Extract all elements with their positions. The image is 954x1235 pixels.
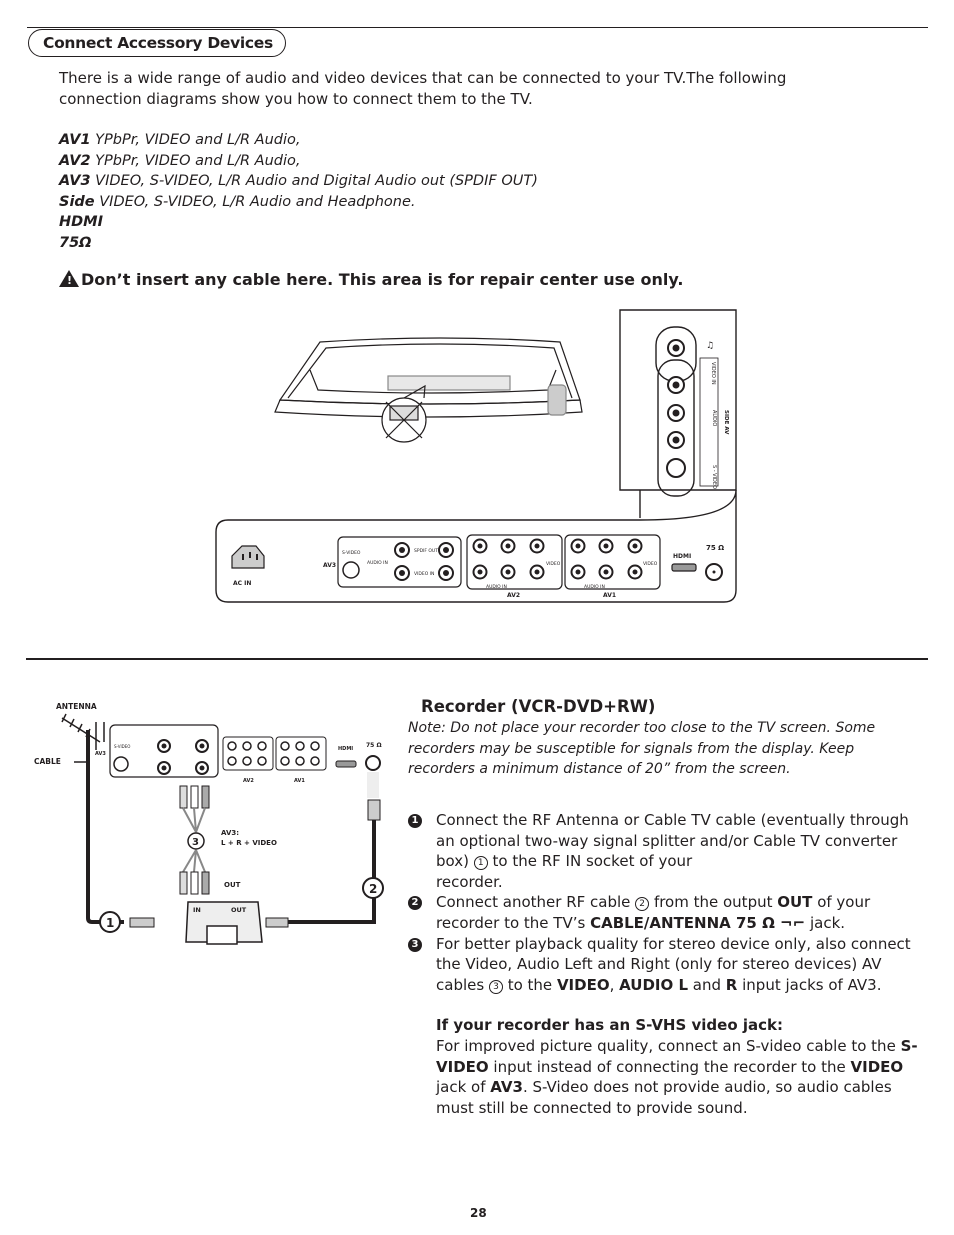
- svhs-heading: If your recorder has an S-VHS video jack…: [436, 1016, 783, 1035]
- step-3: 3 For better playback quality for stereo…: [408, 934, 918, 996]
- svg-text:1: 1: [106, 916, 114, 930]
- svhs-note: If your recorder has an S-VHS video jack…: [436, 1016, 918, 1117]
- svg-text:2: 2: [369, 882, 377, 896]
- input-item-av2: AV2 YPbPr, VIDEO and L/R Audio,: [59, 152, 301, 169]
- step-number-1: 1: [408, 814, 422, 828]
- svg-text:VIDEO IN: VIDEO IN: [414, 571, 434, 577]
- svg-text:VIDEO: VIDEO: [643, 561, 658, 567]
- step-number-2: 2: [408, 896, 422, 911]
- svg-text:AUDIO IN: AUDIO IN: [584, 584, 605, 590]
- side-av-panel: VIDEO IN AUDIO S - VIDEO SIDE AV ♫: [619, 309, 737, 497]
- rf-cable-2: [270, 820, 376, 924]
- av3-label: AV3: [323, 562, 336, 569]
- side-svideo-label: S - VIDEO: [711, 465, 717, 489]
- ac-in-label: AC IN: [233, 580, 251, 587]
- recorder-title: Recorder (VCR-DVD+RW): [421, 697, 656, 716]
- svg-text:HDMI: HDMI: [338, 746, 353, 752]
- step-2: 2 Connect another RF cable 2 from the ou…: [408, 892, 918, 933]
- recorder-in-label: IN: [193, 906, 201, 914]
- rear-connector-panel: AC IN AV3 S-VIDEO AUDIO IN SPDIF OUT VID…: [215, 489, 737, 603]
- svg-text:AUDIO IN: AUDIO IN: [367, 560, 388, 566]
- antenna-75ohm-label: 75 Ω: [706, 544, 724, 552]
- input-item-75ohm: 75Ω: [59, 234, 92, 251]
- recorder-note: Note: Do not place your recorder too clo…: [408, 720, 876, 777]
- antenna-label: ANTENNA: [56, 702, 97, 711]
- recorder-out-label: OUT: [231, 906, 247, 914]
- svg-text:AV1: AV1: [294, 778, 305, 784]
- warning-text: ! Don’t insert any cable here. This area …: [59, 268, 683, 289]
- hdmi-port: [671, 563, 697, 572]
- svg-text:SPDIF OUT: SPDIF OUT: [414, 548, 438, 554]
- recorder-connection-diagram: ANTENNA CABLE AV3 S-VIDEO AV2 AV1 HDMI 7…: [34, 702, 384, 945]
- side-av-title: SIDE AV: [723, 410, 729, 435]
- step-1: 1 Connect the RF Antenna or Cable TV cab…: [408, 810, 918, 892]
- av1-label: AV1: [603, 592, 616, 599]
- svg-text:S-VIDEO: S-VIDEO: [342, 550, 361, 556]
- av2-label: AV2: [507, 592, 520, 599]
- tv-connection-diagram: VIDEO IN AUDIO S - VIDEO SIDE AV ♫ AC IN…: [215, 309, 737, 603]
- tv-back-illustration: [274, 337, 583, 443]
- svg-text:75 Ω: 75 Ω: [366, 742, 382, 749]
- headphone-icon: ♫: [706, 341, 714, 351]
- section-title-text: Connect Accessory Devices: [43, 34, 273, 52]
- svg-text:VIDEO: VIDEO: [546, 561, 561, 567]
- warning-triangle-icon: !: [59, 270, 79, 287]
- section-title: Connect Accessory Devices: [28, 29, 286, 57]
- ac-in-socket: [231, 545, 265, 569]
- input-item-av3: AV3 VIDEO, S-VIDEO, L/R Audio and Digita…: [59, 173, 538, 190]
- svg-text:AUDIO IN: AUDIO IN: [486, 584, 507, 590]
- page-number: 28: [470, 1206, 487, 1220]
- av3-cable-label: AV3:: [221, 829, 239, 837]
- side-video-in-label: VIDEO IN: [710, 362, 716, 385]
- av3-cable-desc: L + R + VIDEO: [221, 839, 277, 847]
- input-item-hdmi: HDMI: [59, 214, 103, 231]
- intro-paragraph: There is a wide range of audio and video…: [59, 69, 787, 108]
- cable-label: CABLE: [34, 757, 61, 766]
- side-audio-label: AUDIO: [711, 410, 717, 426]
- svg-text:3: 3: [192, 837, 199, 848]
- section-divider: [26, 658, 928, 660]
- out-label: OUT: [224, 881, 241, 889]
- recorder-steps: 1 Connect the RF Antenna or Cable TV cab…: [408, 810, 918, 1118]
- input-list: AV1 YPbPr, VIDEO and L/R Audio, AV2 YPbP…: [59, 130, 538, 254]
- av3-svideo-jack: [342, 561, 360, 579]
- input-item-av1: AV1 YPbPr, VIDEO and L/R Audio,: [59, 132, 301, 148]
- svg-text:AV2: AV2: [243, 778, 254, 784]
- step-number-3: 3: [408, 937, 422, 952]
- svg-text:S-VIDEO: S-VIDEO: [114, 744, 130, 749]
- input-item-side: Side VIDEO, S-VIDEO, L/R Audio and Headp…: [59, 193, 416, 210]
- svg-text:AV3: AV3: [95, 751, 106, 757]
- top-rule: [27, 27, 928, 28]
- hdmi-label: HDMI: [673, 553, 691, 560]
